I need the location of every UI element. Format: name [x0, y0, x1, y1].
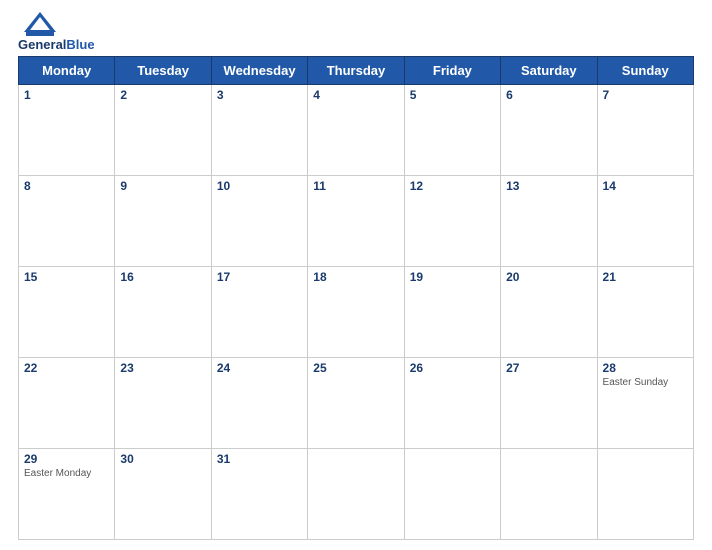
calendar-cell: 31	[211, 449, 307, 540]
calendar-week-row: 1234567	[19, 85, 694, 176]
calendar-cell: 8	[19, 176, 115, 267]
weekday-header-wednesday: Wednesday	[211, 57, 307, 85]
day-number: 26	[410, 361, 495, 375]
calendar-cell: 7	[597, 85, 693, 176]
calendar-table: MondayTuesdayWednesdayThursdayFridaySatu…	[18, 56, 694, 540]
weekday-header-saturday: Saturday	[501, 57, 597, 85]
holiday-label: Easter Monday	[24, 468, 109, 479]
calendar-cell	[597, 449, 693, 540]
calendar-cell: 28 Easter Sunday	[597, 358, 693, 449]
calendar-week-row: 22 23 24 25 26 27 28 Easter Sunday	[19, 358, 694, 449]
calendar-cell: 30	[115, 449, 211, 540]
logo: General Blue	[18, 10, 95, 52]
calendar-cell: 22	[19, 358, 115, 449]
page-header: General Blue	[18, 10, 694, 52]
calendar-cell: 17	[211, 267, 307, 358]
weekday-header-friday: Friday	[404, 57, 500, 85]
day-number: 16	[120, 270, 205, 284]
logo-icon	[18, 10, 62, 38]
day-number: 18	[313, 270, 398, 284]
calendar-week-row: 89 10 11 12 13 14	[19, 176, 694, 267]
day-number: 20	[506, 270, 591, 284]
weekday-header-row: MondayTuesdayWednesdayThursdayFridaySatu…	[19, 57, 694, 85]
calendar-cell: 24	[211, 358, 307, 449]
day-number: 23	[120, 361, 205, 375]
day-number: 17	[217, 270, 302, 284]
calendar-cell: 21	[597, 267, 693, 358]
calendar-cell: 12	[404, 176, 500, 267]
day-number: 1	[24, 88, 109, 102]
day-number: 2	[120, 88, 205, 102]
weekday-header-thursday: Thursday	[308, 57, 404, 85]
calendar-cell: 3	[211, 85, 307, 176]
weekday-header-sunday: Sunday	[597, 57, 693, 85]
day-number: 3	[217, 88, 302, 102]
calendar-cell: 27	[501, 358, 597, 449]
calendar-week-row: 15 16 17 18 19 20 21	[19, 267, 694, 358]
day-number: 8	[24, 179, 109, 193]
day-number: 22	[24, 361, 109, 375]
calendar-cell: 26	[404, 358, 500, 449]
day-number: 15	[24, 270, 109, 284]
holiday-label: Easter Sunday	[603, 377, 688, 388]
logo-blue: Blue	[66, 38, 94, 52]
calendar-cell: 20	[501, 267, 597, 358]
day-number: 25	[313, 361, 398, 375]
day-number: 21	[603, 270, 688, 284]
calendar-cell: 11	[308, 176, 404, 267]
calendar-cell: 29 Easter Monday	[19, 449, 115, 540]
calendar-cell: 14	[597, 176, 693, 267]
calendar-cell: 16	[115, 267, 211, 358]
day-number: 31	[217, 452, 302, 466]
day-number: 28	[603, 361, 688, 375]
day-number: 6	[506, 88, 591, 102]
calendar-cell: 5	[404, 85, 500, 176]
calendar-cell: 15	[19, 267, 115, 358]
calendar-cell	[404, 449, 500, 540]
calendar-cell: 25	[308, 358, 404, 449]
day-number: 5	[410, 88, 495, 102]
day-number: 30	[120, 452, 205, 466]
calendar-cell: 10	[211, 176, 307, 267]
calendar-cell: 1	[19, 85, 115, 176]
calendar-cell: 23	[115, 358, 211, 449]
logo-general: General	[18, 38, 66, 52]
calendar-cell: 13	[501, 176, 597, 267]
day-number: 7	[603, 88, 688, 102]
calendar-cell: 18	[308, 267, 404, 358]
weekday-header-monday: Monday	[19, 57, 115, 85]
day-number: 9	[120, 179, 205, 193]
day-number: 12	[410, 179, 495, 193]
day-number: 4	[313, 88, 398, 102]
calendar-week-row: 29 Easter Monday 30 31	[19, 449, 694, 540]
day-number: 13	[506, 179, 591, 193]
calendar-cell	[501, 449, 597, 540]
day-number: 19	[410, 270, 495, 284]
weekday-header-tuesday: Tuesday	[115, 57, 211, 85]
day-number: 11	[313, 179, 398, 193]
calendar-cell: 4	[308, 85, 404, 176]
calendar-cell: 9	[115, 176, 211, 267]
day-number: 27	[506, 361, 591, 375]
day-number: 14	[603, 179, 688, 193]
day-number: 29	[24, 452, 109, 466]
calendar-cell: 19	[404, 267, 500, 358]
day-number: 10	[217, 179, 302, 193]
calendar-cell: 2	[115, 85, 211, 176]
calendar-cell	[308, 449, 404, 540]
day-number: 24	[217, 361, 302, 375]
calendar-cell: 6	[501, 85, 597, 176]
